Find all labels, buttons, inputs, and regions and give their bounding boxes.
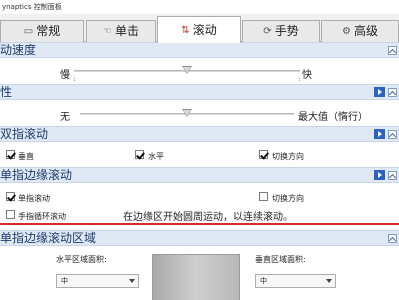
dropdown-value: 中	[260, 277, 267, 285]
horizontal-scroll-checkbox[interactable]	[135, 150, 144, 159]
edge-reverse-direction-checkbox[interactable]	[259, 192, 268, 201]
section-title: 性	[0, 85, 13, 99]
slider-thumb[interactable]	[182, 66, 192, 75]
chevron-down-icon	[129, 279, 135, 283]
collapse-icon[interactable]	[388, 88, 397, 97]
circular-scroll-hint: 在边缘区开始圆周运动，以连续滚动。	[123, 212, 293, 223]
collapse-icon[interactable]	[388, 46, 397, 55]
checkbox-label: 切换方向	[272, 194, 304, 203]
tab-label: 高级	[353, 24, 378, 38]
section-title: 单指边缘滚动	[0, 168, 73, 182]
checkbox-label: 切换方向	[272, 152, 304, 161]
window-title: ynaptics 控制面板	[0, 0, 399, 14]
dropdown-value: 中	[61, 277, 68, 285]
vertical-scroll-checkbox[interactable]	[6, 150, 15, 159]
section-inertia[interactable]: 性	[0, 84, 399, 100]
tab-gestures[interactable]: ⟳ 手势	[242, 20, 320, 42]
tab-click[interactable]: ☜ 单击	[86, 20, 156, 42]
tab-label: 常规	[36, 24, 61, 38]
single-finger-scroll-checkbox[interactable]	[6, 192, 15, 201]
tab-label: 手势	[274, 24, 299, 38]
checkbox-label: 垂直	[18, 152, 34, 161]
collapse-icon[interactable]	[388, 171, 397, 180]
collapse-icon[interactable]	[388, 130, 397, 139]
scroll-speed-slider[interactable]	[74, 66, 300, 76]
section-title: 动速度	[0, 43, 37, 57]
chevron-down-icon	[326, 279, 332, 283]
slider-thumb[interactable]	[182, 109, 192, 118]
gesture-icon: ⟳	[263, 26, 272, 37]
scroll-settings-panel: 动速度 慢 快 性 无 最大值（惰行） 双指滚动 垂直 水平 切换方向 单指边缘…	[0, 42, 399, 300]
section-title: 单指边缘滚动区域	[0, 231, 97, 245]
tab-advanced[interactable]: ⚙ 高级	[321, 20, 399, 42]
horizontal-region-label: 水平区域面积:	[56, 255, 107, 264]
slider-min-label: 慢	[60, 70, 70, 81]
horizontal-region-dropdown[interactable]: 中	[56, 274, 139, 288]
tab-label: 单击	[114, 24, 139, 38]
click-icon: ☜	[103, 26, 112, 37]
section-two-finger-scroll[interactable]: 双指滚动	[0, 126, 399, 142]
section-edge-scroll[interactable]: 单指边缘滚动	[0, 167, 399, 183]
monitor-icon: ▭	[23, 26, 34, 37]
circular-scroll-checkbox[interactable]	[6, 210, 15, 219]
slider-min-label: 无	[60, 112, 70, 123]
section-title: 双指滚动	[0, 127, 49, 141]
checkbox-label: 单指滚动	[18, 194, 50, 203]
tab-general[interactable]: ▭ 常规	[0, 20, 84, 42]
tab-label: 滚动	[192, 22, 217, 37]
play-demo-icon[interactable]	[374, 129, 385, 139]
collapse-icon[interactable]	[388, 234, 397, 243]
play-demo-icon[interactable]	[374, 170, 385, 180]
scroll-icon: ⇅	[181, 24, 190, 36]
slider-max-label: 快	[302, 70, 312, 81]
reverse-direction-checkbox[interactable]	[259, 150, 268, 159]
play-demo-icon[interactable]	[374, 87, 385, 97]
slider-ticks	[74, 78, 300, 81]
tab-scroll[interactable]: ⇅ 滚动	[157, 16, 241, 43]
inertia-slider[interactable]	[80, 109, 294, 119]
highlight-underline	[0, 223, 399, 225]
vertical-region-dropdown[interactable]: 中	[255, 274, 336, 288]
touchpad-region-preview	[152, 254, 240, 300]
tab-strip: ▭ 常规 ☜ 单击 ⇅ 滚动 ⟳ 手势 ⚙ 高级	[0, 14, 399, 43]
section-scroll-speed[interactable]: 动速度	[0, 42, 399, 58]
slider-max-label: 最大值（惰行）	[298, 112, 368, 123]
section-edge-scroll-region[interactable]: 单指边缘滚动区域	[0, 230, 399, 246]
checkbox-label: 手指循环滚动	[18, 212, 66, 221]
checkbox-label: 水平	[148, 152, 164, 161]
vertical-region-label: 垂直区域面积:	[255, 255, 306, 264]
gear-icon: ⚙	[342, 26, 351, 37]
